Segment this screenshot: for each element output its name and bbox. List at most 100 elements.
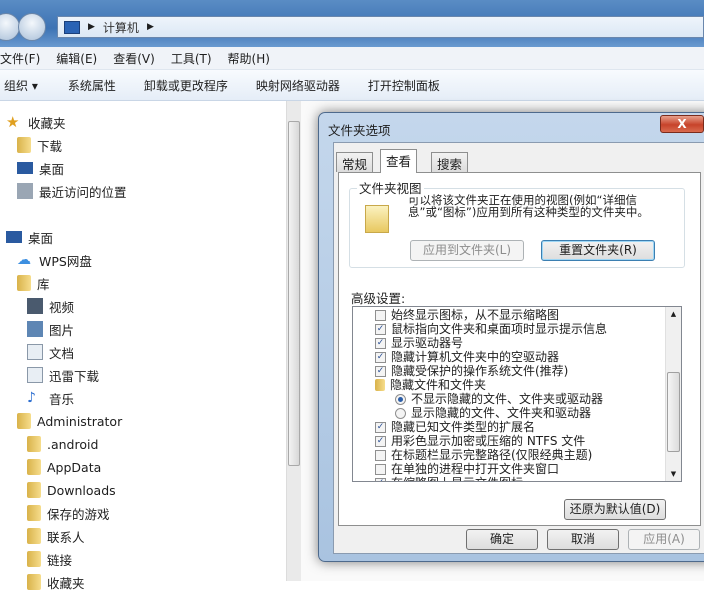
uninstall-program-button[interactable]: 卸载或更改程序 — [144, 77, 256, 94]
settings-scrollbar[interactable]: ▲ ▼ — [665, 307, 681, 481]
setting-item[interactable]: 始终显示图标，从不显示缩略图 — [375, 308, 681, 322]
chevron-right-icon[interactable]: ▶ — [88, 22, 95, 32]
navigation-scrollbar[interactable] — [286, 101, 301, 581]
checkbox[interactable] — [375, 463, 386, 475]
forward-button[interactable] — [18, 13, 46, 41]
nav-wps-cloud[interactable]: ☁ WPS网盘 — [17, 249, 92, 271]
nav-desktop-fav[interactable]: 桌面 — [17, 157, 64, 179]
breadcrumb-computer[interactable]: 计算机 — [103, 19, 139, 36]
scroll-up-icon[interactable]: ▲ — [666, 307, 681, 318]
checkbox[interactable] — [375, 309, 386, 321]
desktop-icon — [6, 231, 22, 243]
radio-button[interactable] — [395, 393, 406, 405]
nav-contacts[interactable]: 联系人 — [27, 525, 85, 547]
apply-button[interactable]: 应用(A) — [628, 529, 700, 550]
chevron-right-icon[interactable]: ▶ — [147, 22, 154, 32]
advanced-settings-label: 高级设置: — [351, 291, 406, 306]
nav-android[interactable]: .android — [27, 433, 98, 455]
nav-downloads-folder[interactable]: Downloads — [27, 479, 116, 501]
computer-icon — [64, 20, 80, 34]
setting-item[interactable]: ✓ 隐藏已知文件类型的扩展名 — [375, 420, 681, 434]
documents-icon — [27, 344, 43, 360]
menu-file[interactable]: 文件(F) — [0, 50, 40, 67]
tab-view[interactable]: 查看 — [380, 149, 418, 173]
checkbox[interactable] — [375, 449, 386, 461]
map-network-drive-button[interactable]: 映射网络驱动器 — [256, 77, 368, 94]
settings-scrollbar-thumb[interactable] — [667, 372, 680, 452]
tab-general[interactable]: 常规 — [336, 152, 374, 172]
setting-item[interactable]: 隐藏文件和文件夹 — [375, 378, 681, 392]
folder-views-label: 文件夹视图 — [357, 178, 424, 197]
address-bar[interactable]: ▶ 计算机 ▶ — [57, 16, 704, 38]
setting-label: 隐藏受保护的操作系统文件(推荐) — [391, 364, 569, 378]
folder-views-description: 可以将该文件夹正在使用的视图(例如“详细信息”或“图标”)应用到所有这种类型的文… — [408, 193, 649, 219]
menu-help[interactable]: 帮助(H) — [228, 50, 270, 67]
close-button[interactable]: X — [660, 115, 704, 133]
user-folder-icon — [17, 413, 31, 429]
folder-icon — [27, 436, 41, 452]
setting-label: 始终显示图标，从不显示缩略图 — [391, 308, 560, 322]
checkbox[interactable]: ✓ — [375, 435, 386, 447]
checkbox[interactable]: ✓ — [375, 421, 386, 433]
ok-button[interactable]: 确定 — [466, 529, 538, 550]
setting-label: 隐藏已知文件类型的扩展名 — [391, 420, 536, 434]
pictures-icon — [27, 321, 43, 337]
scrollbar-thumb[interactable] — [288, 121, 300, 466]
nav-recent-places[interactable]: 最近访问的位置 — [17, 180, 127, 202]
checkbox[interactable]: ✓ — [375, 337, 386, 349]
setting-item[interactable]: ✓ 显示驱动器号 — [375, 336, 681, 350]
menu-tools[interactable]: 工具(T) — [171, 50, 212, 67]
nav-thunder-downloads[interactable]: 迅雷下载 — [27, 364, 99, 386]
setting-item[interactable]: 在单独的进程中打开文件夹窗口 — [375, 462, 681, 476]
setting-item[interactable]: ✓ 鼠标指向文件夹和桌面项时显示提示信息 — [375, 322, 681, 336]
radio-button[interactable] — [395, 407, 406, 419]
nav-administrator[interactable]: Administrator — [17, 410, 122, 432]
checkbox[interactable]: ✓ — [375, 351, 386, 363]
nav-music[interactable]: ♪ 音乐 — [27, 387, 74, 409]
setting-item[interactable]: ✓ 在缩略图上显示文件图标 — [375, 476, 681, 481]
setting-item[interactable]: 不显示隐藏的文件、文件夹或驱动器 — [375, 392, 681, 406]
folder-views-group: 可以将该文件夹正在使用的视图(例如“详细信息”或“图标”)应用到所有这种类型的文… — [349, 188, 685, 268]
setting-item[interactable]: ✓ 隐藏受保护的操作系统文件(推荐) — [375, 364, 681, 378]
menu-view[interactable]: 查看(V) — [113, 50, 155, 67]
downloads-folder-icon — [17, 137, 31, 153]
setting-item[interactable]: ✓ 隐藏计算机文件夹中的空驱动器 — [375, 350, 681, 364]
nav-libraries[interactable]: 库 — [17, 272, 50, 294]
setting-item[interactable]: 显示隐藏的文件、文件夹和驱动器 — [375, 406, 681, 420]
checkbox[interactable]: ✓ — [375, 323, 386, 335]
nav-favorites[interactable]: ★ 收藏夹 — [6, 111, 66, 133]
nav-favorites-folder[interactable]: 收藏夹 — [27, 571, 85, 593]
menu-edit[interactable]: 编辑(E) — [56, 50, 97, 67]
nav-documents[interactable]: 文档 — [27, 341, 74, 363]
saved-games-icon — [27, 505, 41, 521]
links-icon — [27, 551, 41, 567]
reset-folders-button[interactable]: 重置文件夹(R) — [541, 240, 655, 261]
apply-to-folders-button[interactable]: 应用到文件夹(L) — [410, 240, 524, 261]
setting-item[interactable]: ✓ 用彩色显示加密或压缩的 NTFS 文件 — [375, 434, 681, 448]
scroll-down-icon[interactable]: ▼ — [666, 470, 681, 478]
nav-saved-games[interactable]: 保存的游戏 — [27, 502, 110, 524]
setting-item[interactable]: 在标题栏显示完整路径(仅限经典主题) — [375, 448, 681, 462]
nav-videos[interactable]: 视频 — [27, 295, 74, 317]
nav-links[interactable]: 链接 — [27, 548, 72, 570]
restore-defaults-button[interactable]: 还原为默认值(D) — [564, 499, 666, 520]
system-properties-button[interactable]: 系统属性 — [68, 77, 144, 94]
nav-desktop[interactable]: 桌面 — [6, 226, 53, 248]
cancel-button[interactable]: 取消 — [547, 529, 619, 550]
back-button[interactable] — [0, 13, 20, 41]
checkbox[interactable]: ✓ — [375, 365, 386, 377]
setting-label: 不显示隐藏的文件、文件夹或驱动器 — [411, 392, 604, 406]
tab-search[interactable]: 搜索 — [431, 152, 469, 172]
nav-appdata[interactable]: AppData — [27, 456, 101, 478]
checkbox[interactable]: ✓ — [375, 477, 386, 481]
nav-downloads[interactable]: 下载 — [17, 134, 62, 156]
setting-label: 用彩色显示加密或压缩的 NTFS 文件 — [391, 434, 586, 448]
menu-bar: 文件(F) 编辑(E) 查看(V) 工具(T) 帮助(H) — [0, 47, 704, 70]
star-icon: ★ — [6, 113, 20, 131]
open-control-panel-button[interactable]: 打开控制面板 — [368, 77, 455, 94]
advanced-settings-list: 始终显示图标，从不显示缩略图 ✓ 鼠标指向文件夹和桌面项时显示提示信息 ✓ 显示驱动器号… — [352, 306, 682, 482]
nav-pictures[interactable]: 图片 — [27, 318, 74, 340]
folder-options-dialog: 文件夹选项 X 常规 查看 搜索 可以将该文件夹正在使用的视图(例如“详细信息”… — [318, 112, 704, 562]
navigation-pane: ★ 收藏夹 下载 桌面 最近访问的位置 桌面 ☁ WPS网盘 库 视频 图片 文档 … — [0, 101, 286, 591]
organize-button[interactable]: 组织 ▾ — [0, 77, 68, 94]
